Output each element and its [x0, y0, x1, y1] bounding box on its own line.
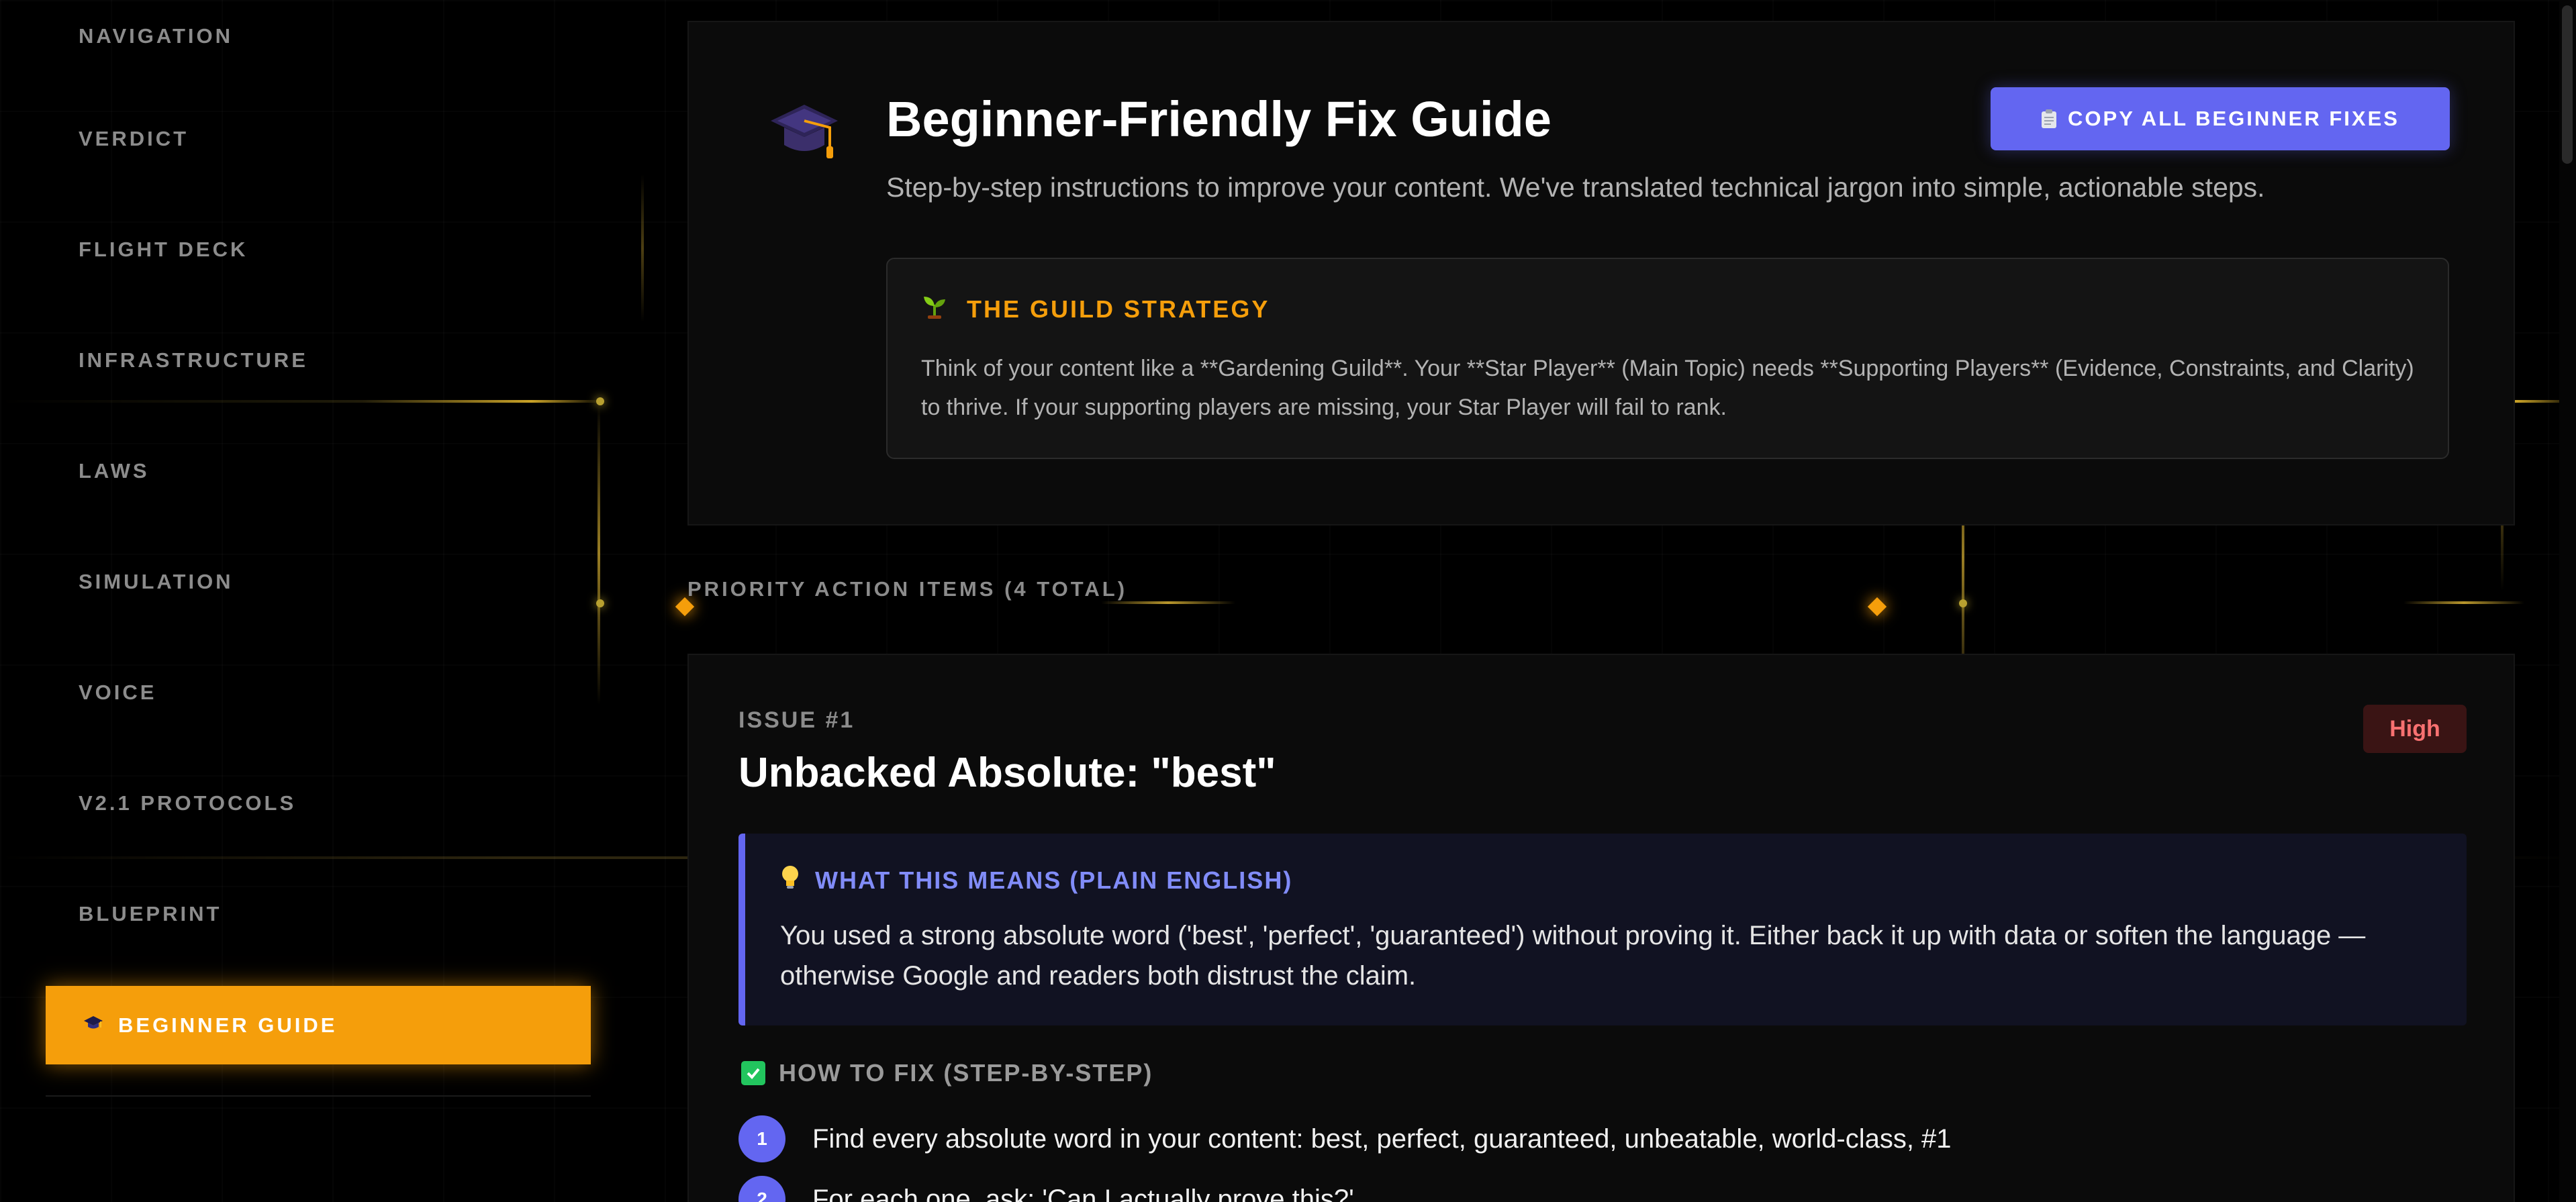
step-text: For each one, ask: 'Can I actually prove…: [812, 1184, 1354, 1202]
strategy-heading-label: THE GUILD STRATEGY: [967, 295, 1270, 323]
step-number: 2: [738, 1176, 785, 1202]
sidebar-item-voice[interactable]: VOICE: [79, 681, 156, 705]
sidebar-item-verdict[interactable]: VERDICT: [79, 127, 189, 151]
copy-all-fixes-button[interactable]: COPY ALL BEGINNER FIXES: [1991, 87, 2450, 150]
clipboard-icon: [2041, 109, 2057, 129]
plain-english-box: WHAT THIS MEANS (PLAIN ENGLISH) You used…: [738, 834, 2467, 1025]
sidebar-item-label: BEGINNER GUIDE: [118, 1013, 338, 1037]
issue-title: Unbacked Absolute: "best": [738, 750, 1276, 796]
decor-glow-line: [2403, 601, 2524, 604]
priority-section-label: PRIORITY ACTION ITEMS (4 TOTAL): [687, 577, 1128, 601]
page-subtitle: Step-by-step instructions to improve you…: [886, 172, 2265, 203]
sidebar-divider: [46, 1095, 591, 1097]
guild-strategy-box: THE GUILD STRATEGY Think of your content…: [886, 258, 2449, 459]
fix-step: 1 Find every absolute word in your conte…: [738, 1115, 1952, 1162]
step-number: 1: [738, 1115, 785, 1162]
sidebar-item-flight-deck[interactable]: FLIGHT DECK: [79, 238, 248, 262]
how-to-fix-heading: HOW TO FIX (STEP-BY-STEP): [741, 1059, 1153, 1087]
decor-glow-dot: [1959, 599, 1967, 607]
sidebar-item-infrastructure[interactable]: INFRASTRUCTURE: [79, 348, 308, 372]
sidebar-item-v21-protocols[interactable]: V2.1 PROTOCOLS: [79, 791, 296, 815]
scrollbar-track[interactable]: [2559, 0, 2576, 1202]
sidebar-item-laws[interactable]: LAWS: [79, 459, 150, 483]
graduation-cap-icon: [83, 1015, 103, 1036]
severity-badge: High: [2363, 705, 2467, 753]
strategy-heading: THE GUILD STRATEGY: [921, 293, 1270, 325]
issue-number: ISSUE #1: [738, 707, 855, 733]
lightbulb-icon: [780, 864, 800, 896]
sidebar-heading: NAVIGATION: [79, 24, 234, 48]
how-to-fix-label: HOW TO FIX (STEP-BY-STEP): [779, 1059, 1153, 1087]
graduation-cap-icon: [765, 93, 843, 170]
scrollbar-thumb[interactable]: [2562, 5, 2573, 164]
seedling-icon: [921, 293, 948, 325]
checkmark-icon: [741, 1061, 765, 1085]
strategy-text: Think of your content like a **Gardening…: [921, 356, 2414, 420]
meaning-heading: WHAT THIS MEANS (PLAIN ENGLISH): [780, 864, 1292, 896]
decor-glow-diamond: [1867, 597, 1887, 617]
sidebar-item-simulation[interactable]: SIMULATION: [79, 570, 234, 594]
decor-glow-line: [1101, 601, 1235, 604]
sidebar-item-blueprint[interactable]: BLUEPRINT: [79, 902, 222, 926]
meaning-heading-label: WHAT THIS MEANS (PLAIN ENGLISH): [815, 866, 1293, 894]
app-page: NAVIGATION VERDICT FLIGHT DECK INFRASTRU…: [0, 0, 2576, 1202]
step-text: Find every absolute word in your content…: [812, 1123, 1952, 1154]
meaning-text: You used a strong absolute word ('best',…: [780, 921, 2366, 991]
copy-button-label: COPY ALL BEGINNER FIXES: [2068, 107, 2399, 130]
page-title: Beginner-Friendly Fix Guide: [886, 91, 1552, 147]
fix-step: 2 For each one, ask: 'Can I actually pro…: [738, 1176, 1354, 1202]
sidebar-item-beginner-guide[interactable]: BEGINNER GUIDE: [46, 986, 591, 1064]
sidebar-nav: NAVIGATION VERDICT FLIGHT DECK INFRASTRU…: [0, 0, 604, 1202]
decor-glow-line: [641, 174, 644, 322]
